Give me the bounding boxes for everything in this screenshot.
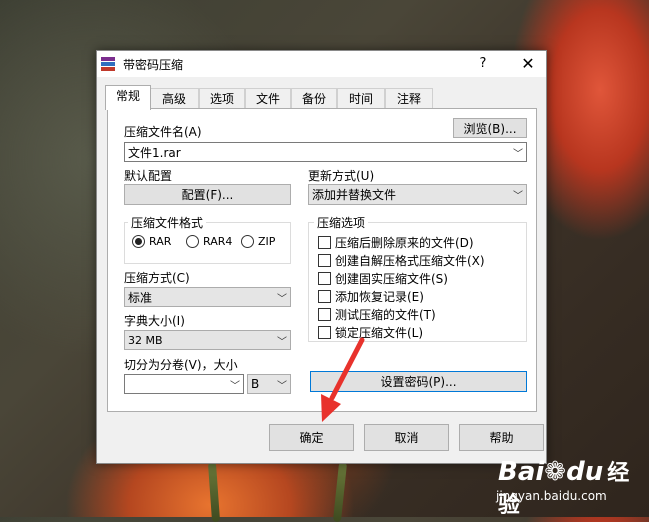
paw-icon: ❁	[544, 457, 567, 487]
tab-general[interactable]: 常规	[105, 85, 151, 110]
baidu-logo-text-2: du	[566, 457, 604, 487]
baidu-jingyan-watermark: Bai❁du 经验	[498, 455, 649, 519]
baidu-logo-text: Bai	[498, 457, 545, 487]
annotation-arrow	[321, 337, 365, 422]
watermark-url: jingyan.baidu.com	[496, 489, 607, 503]
